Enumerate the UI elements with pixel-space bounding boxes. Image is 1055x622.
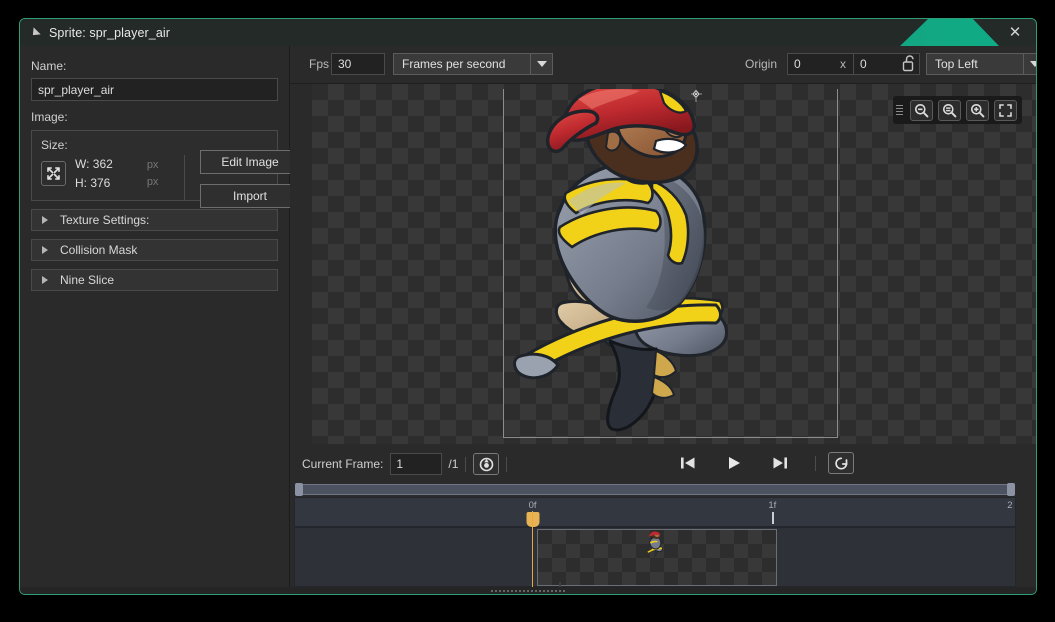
window-title-tab[interactable]: Sprite: spr_player_air (20, 19, 900, 46)
section-label: Collision Mask (60, 243, 138, 257)
window-body: Name: spr_player_air Image: Size: W: 362… (20, 46, 1036, 594)
chevron-right-icon (42, 246, 48, 254)
sprite-artwork (513, 89, 728, 432)
divider (506, 456, 508, 472)
origin-preset-select[interactable]: Top Left (926, 53, 1032, 75)
chevron-right-icon (42, 276, 48, 284)
frame-target-icon[interactable] (473, 453, 500, 475)
window-title: Sprite: spr_player_air (49, 25, 171, 40)
skip-to-end-icon[interactable] (767, 452, 793, 474)
tick-mark (772, 512, 775, 524)
image-label: Image: (31, 110, 68, 124)
chevron-right-icon (42, 216, 48, 224)
scrollbar-left-handle[interactable] (295, 483, 303, 496)
tick-label: 0f (528, 500, 537, 511)
edit-image-button[interactable]: Edit Image (200, 150, 300, 174)
section-nine-slice[interactable]: Nine Slice (31, 269, 278, 291)
play-icon[interactable] (721, 452, 747, 474)
timeline-panel: 0f 1f 2 (290, 482, 1036, 594)
sprite-name-input[interactable]: spr_player_air (31, 78, 278, 101)
window-bottom-bar (20, 587, 1036, 594)
image-size-box: Size: W: 362 H: 376 px px Edit Image Imp… (31, 130, 300, 208)
unlocked-padlock-icon[interactable] (902, 54, 918, 78)
skip-to-start-icon[interactable] (675, 452, 701, 474)
timeline-scrollbar[interactable] (294, 482, 1016, 497)
width-unit: px (146, 158, 159, 171)
zoom-out-icon[interactable] (910, 99, 933, 121)
scrollbar-track[interactable] (302, 484, 1008, 495)
loop-toggle-icon[interactable] (828, 452, 854, 474)
timeline-ruler[interactable]: 0f 1f 2 (294, 497, 1016, 527)
section-label: Texture Settings: (60, 213, 150, 227)
divider (465, 456, 467, 472)
titlebar-notch-left (900, 19, 928, 46)
playback-mode-select[interactable]: Frames per second (393, 53, 537, 75)
name-label: Name: (31, 59, 67, 73)
image-box-divider (184, 155, 185, 201)
current-frame-label: Current Frame: (302, 457, 384, 471)
triangle-collapse-icon[interactable] (29, 26, 41, 39)
section-texture-settings[interactable]: Texture Settings: (31, 209, 278, 231)
titlebar-notch-right (973, 19, 999, 46)
current-frame-input[interactable]: 1 (390, 453, 443, 475)
section-label: Nine Slice (60, 273, 115, 287)
zoom-in-icon[interactable] (966, 99, 989, 121)
timeline-track[interactable] (294, 527, 1016, 587)
timeline-frame-thumbnail[interactable] (537, 529, 777, 586)
scrollbar-right-handle[interactable] (1007, 483, 1015, 496)
total-frames-label: /1 (448, 457, 459, 471)
tick-label: 1f (768, 500, 777, 511)
sprite-bounding-box (503, 89, 838, 438)
playback-mode-chevron-down-icon[interactable] (530, 53, 553, 75)
height-unit: px (146, 175, 159, 188)
drag-dots-icon[interactable] (490, 589, 566, 594)
playhead-line (532, 511, 533, 587)
fit-to-screen-icon[interactable] (994, 99, 1017, 121)
properties-panel: Name: spr_player_air Image: Size: W: 362… (20, 46, 300, 594)
canvas-zoom-toolbar[interactable] (893, 96, 1022, 124)
section-collision-mask[interactable]: Collision Mask (31, 239, 278, 261)
fps-label: Fps (309, 57, 330, 71)
fps-input[interactable]: 30 (331, 53, 385, 75)
playback-controls (675, 452, 854, 474)
divider (815, 455, 816, 471)
tick-label: 2 (1007, 500, 1013, 511)
zoom-reset-icon[interactable] (938, 99, 961, 121)
editor-main-area: Fps 30 Frames per second Origin 0 x 0 To… (290, 46, 1036, 594)
origin-separator: x (840, 57, 846, 71)
origin-label: Origin (745, 57, 778, 71)
import-button[interactable]: Import (200, 184, 300, 208)
sprite-width-value: W: 362 (75, 157, 113, 171)
sprite-height-value: H: 376 (75, 175, 111, 190)
drag-grip-icon[interactable] (896, 105, 903, 115)
window-titlebar[interactable]: Sprite: spr_player_air ✕ (20, 19, 1036, 46)
resize-expand-icon[interactable] (41, 161, 66, 187)
frame-control-bar: Current Frame: 1 /1 (290, 446, 1036, 482)
origin-preset-chevron-down-icon[interactable] (1023, 53, 1036, 75)
sprite-toolbar: Fps 30 Frames per second Origin 0 x 0 To… (290, 46, 1036, 84)
sprite-canvas[interactable] (312, 84, 1036, 444)
close-icon[interactable]: ✕ (1002, 19, 1028, 46)
sprite-editor-window: Sprite: spr_player_air ✕ Name: spr_playe… (19, 18, 1037, 595)
